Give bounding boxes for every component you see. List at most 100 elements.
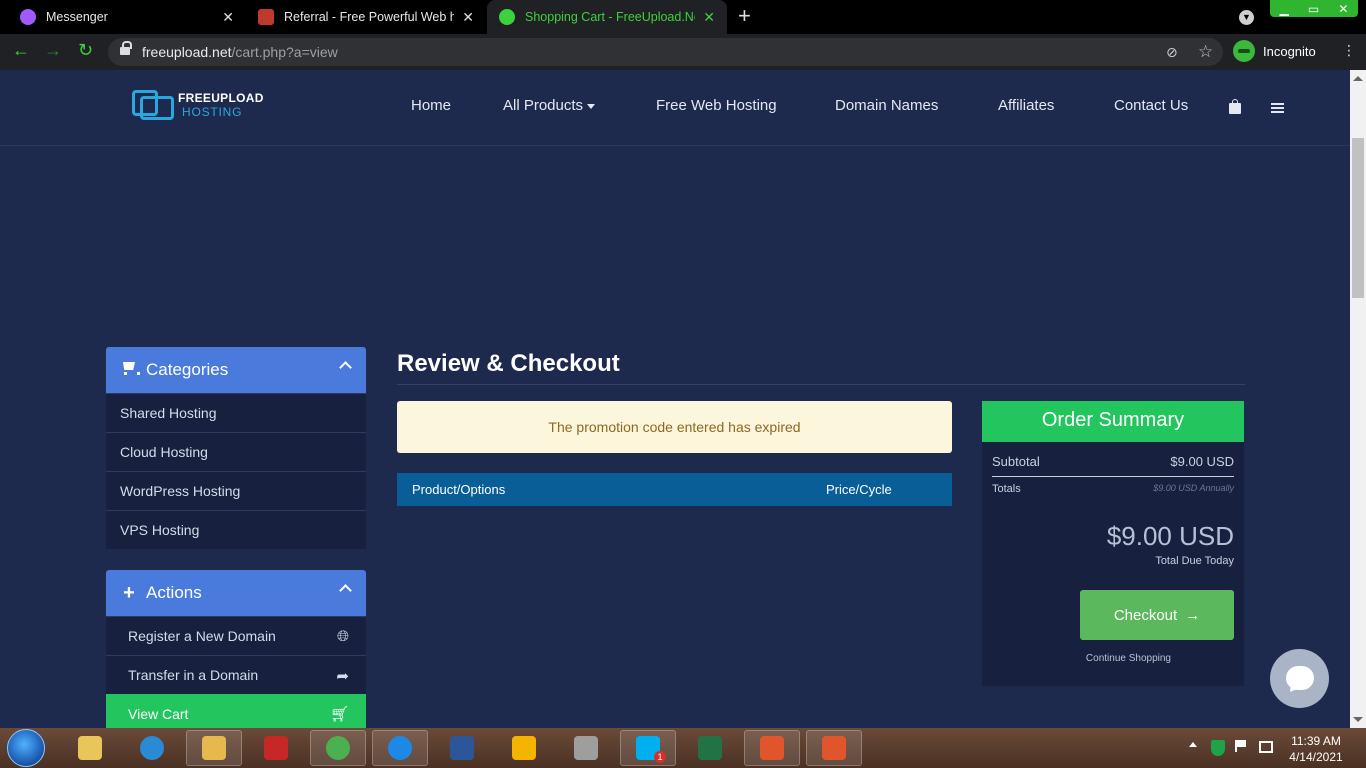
internet-explorer-icon: [140, 736, 164, 760]
chrome-icon: [326, 736, 350, 760]
nav-domain-names[interactable]: Domain Names: [835, 97, 938, 114]
tab-referral[interactable]: Referral - Free Powerful Web hos ✕: [246, 0, 486, 34]
taskbar-paint-app[interactable]: [496, 730, 552, 766]
page-scrollbar[interactable]: [1350, 70, 1366, 728]
page-title: Review & Checkout: [397, 350, 620, 377]
close-tab-icon[interactable]: ✕: [462, 9, 474, 26]
files-app-icon: [78, 736, 102, 760]
action-register-domain[interactable]: Register a New Domain 🌐︎: [106, 616, 366, 655]
clock-time[interactable]: 11:39 AM: [1281, 734, 1351, 748]
paint-app-icon: [512, 736, 536, 760]
checkout-button[interactable]: Checkout →: [1080, 590, 1234, 640]
taskbar-utility-app[interactable]: [558, 730, 614, 766]
taskbar-fox-app-2[interactable]: [806, 730, 862, 766]
forward-icon[interactable]: →: [44, 40, 62, 61]
close-window-button[interactable]: ✕: [1338, 2, 1348, 16]
category-cloud-hosting[interactable]: Cloud Hosting: [106, 432, 366, 471]
start-button[interactable]: [7, 729, 45, 767]
taskbar-security-app[interactable]: [248, 730, 304, 766]
scroll-down-icon[interactable]: [1353, 717, 1363, 722]
cart-table-header: Product/Options Price/Cycle: [397, 473, 952, 506]
bookmark-star-icon[interactable]: ☆: [1198, 42, 1213, 62]
browser-tab-strip: Messenger ✕ Referral - Free Powerful Web…: [0, 0, 1366, 34]
minimize-button[interactable]: ▁: [1280, 2, 1289, 16]
eye-slash-icon[interactable]: ⊘: [1166, 44, 1178, 61]
logo-mark-icon-inner: [140, 96, 174, 120]
totals-row: Totals $9.00 USD Annually: [992, 483, 1234, 499]
continue-shopping-link[interactable]: Continue Shopping: [1086, 653, 1171, 664]
category-vps-hosting[interactable]: VPS Hosting: [106, 510, 366, 549]
nav-contact-us[interactable]: Contact Us: [1114, 97, 1188, 114]
security-app-icon: [264, 736, 288, 760]
page-viewport: FREEUPLOAD HOSTING Home All Products Fre…: [0, 70, 1350, 728]
restore-button[interactable]: ▭: [1308, 2, 1319, 16]
cart-icon: [120, 361, 140, 379]
taskbar-file-explorer[interactable]: [186, 730, 242, 766]
messenger-icon: [20, 9, 36, 25]
checkout-label: Checkout: [1113, 606, 1178, 624]
logo-text-line2: HOSTING: [182, 105, 243, 119]
action-view-cart[interactable]: View Cart 🛒︎: [106, 694, 366, 728]
taskbar-chrome[interactable]: [310, 730, 366, 766]
column-header-price: Price/Cycle: [826, 482, 892, 497]
show-hidden-icons-icon[interactable]: [1189, 742, 1197, 747]
categories-header[interactable]: Categories: [106, 347, 366, 393]
taskbar-excel[interactable]: [682, 730, 738, 766]
live-chat-icon[interactable]: [1270, 649, 1329, 708]
system-tray: 11:39 AM 4/14/2021: [1185, 728, 1366, 768]
action-label: Transfer in a Domain: [128, 667, 259, 683]
notification-badge: 1: [654, 751, 666, 763]
reload-icon[interactable]: ↻: [78, 40, 93, 61]
address-bar[interactable]: freeupload.net/cart.php?a=view ⊘ ☆: [108, 38, 1223, 66]
scrollbar-thumb[interactable]: [1352, 138, 1364, 298]
actions-header[interactable]: + Actions: [106, 570, 366, 616]
close-tab-icon[interactable]: ✕: [703, 9, 715, 26]
share-arrow-icon: ➦: [336, 668, 349, 685]
totals-label: Totals: [992, 483, 1021, 495]
nav-free-web-hosting[interactable]: Free Web Hosting: [656, 97, 777, 114]
action-center-flag-icon[interactable]: [1235, 740, 1247, 752]
taskbar-internet-explorer[interactable]: [124, 730, 180, 766]
excel-icon: [698, 736, 722, 760]
taskbar-skype[interactable]: 1: [620, 730, 676, 766]
chevron-up-icon[interactable]: [339, 361, 352, 374]
incognito-label: Incognito: [1263, 43, 1316, 59]
close-tab-icon[interactable]: ✕: [222, 9, 234, 26]
new-tab-button[interactable]: +: [738, 5, 751, 27]
subtotal-row: Subtotal $9.00 USD: [992, 454, 1234, 477]
chevron-up-icon[interactable]: [339, 584, 352, 597]
nav-all-products-label: All Products: [503, 97, 584, 114]
windows-taskbar: 1 11:39 AM 4/14/2021: [0, 728, 1366, 768]
incognito-indicator[interactable]: Incognito: [1233, 40, 1316, 62]
browser-menu-icon[interactable]: ⋮: [1342, 42, 1356, 59]
lock-icon[interactable]: [120, 41, 132, 57]
nav-all-products[interactable]: All Products: [503, 97, 596, 114]
nav-home[interactable]: Home: [411, 97, 451, 114]
clock-date[interactable]: 4/14/2021: [1281, 750, 1351, 764]
tab-search-icon[interactable]: ▼: [1239, 10, 1254, 25]
totals-value: $9.00 USD Annually: [1153, 483, 1234, 493]
scroll-up-icon[interactable]: [1353, 76, 1363, 81]
network-icon[interactable]: [1259, 741, 1273, 753]
nav-affiliates[interactable]: Affiliates: [998, 97, 1054, 114]
url-text[interactable]: freeupload.net/cart.php?a=view: [142, 44, 338, 60]
taskbar-edge[interactable]: [372, 730, 428, 766]
arrow-right-icon: →: [1185, 606, 1201, 624]
security-shield-icon[interactable]: [1211, 740, 1225, 756]
back-icon[interactable]: ←: [12, 40, 30, 61]
category-wordpress-hosting[interactable]: WordPress Hosting: [106, 471, 366, 510]
category-shared-hosting[interactable]: Shared Hosting: [106, 393, 366, 432]
tab-title: Shopping Cart - FreeUpload.Net: [525, 10, 696, 24]
logo-text-line1: FREEUPLOAD: [178, 91, 264, 105]
site-logo[interactable]: FREEUPLOAD HOSTING: [132, 88, 272, 124]
shopping-bag-icon[interactable]: [1229, 99, 1241, 114]
taskbar-word[interactable]: [434, 730, 490, 766]
incognito-icon: [1233, 40, 1255, 62]
taskbar-fox-app-1[interactable]: [744, 730, 800, 766]
taskbar-files-app[interactable]: [62, 730, 118, 766]
tab-messenger[interactable]: Messenger ✕: [8, 0, 246, 34]
fox-app-1-icon: [760, 736, 784, 760]
tab-shopping-cart[interactable]: Shopping Cart - FreeUpload.Net ✕: [487, 0, 727, 34]
hamburger-menu-icon[interactable]: [1271, 103, 1284, 113]
action-transfer-domain[interactable]: Transfer in a Domain ➦: [106, 655, 366, 694]
